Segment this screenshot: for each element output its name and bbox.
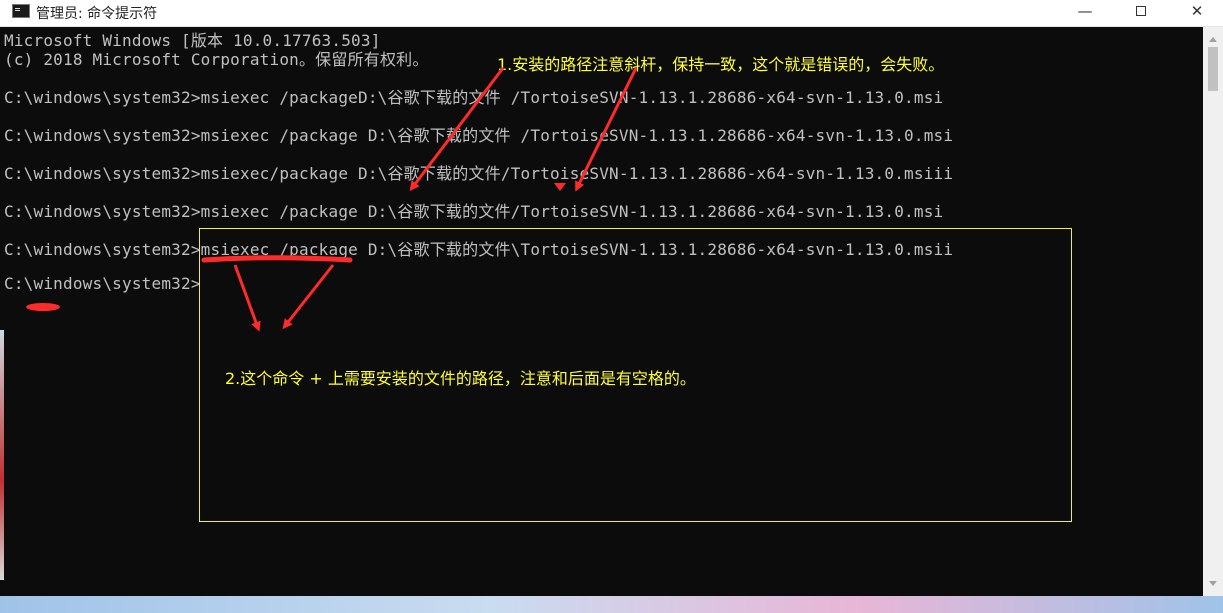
console-line: C:\windows\system32>msiexec /package D:\… bbox=[4, 202, 944, 221]
window-title: 管理员: 命令提示符 bbox=[36, 6, 158, 22]
cmd-icon bbox=[12, 4, 30, 18]
console-line: (c) 2018 Microsoft Corporation。保留所有权利。 bbox=[4, 50, 429, 69]
console-line: C:\windows\system32>msiexec /package D:\… bbox=[4, 126, 954, 145]
minimize-button[interactable]: — bbox=[1062, 0, 1108, 22]
console-line: C:\windows\system32>msiexec /packageD:\谷… bbox=[4, 88, 944, 107]
title-bar: 管理员: 命令提示符 — ✕ bbox=[0, 0, 1223, 27]
scroll-thumb[interactable] bbox=[1208, 47, 1218, 91]
background-window-edge bbox=[0, 330, 4, 580]
close-icon: ✕ bbox=[1190, 2, 1204, 20]
annotation-note-2: 2.这个命令 + 上需要安装的文件的路径，注意和后面是有空格的。 bbox=[225, 369, 696, 388]
annotation-note-1: 1.安装的路径注意斜杆，保持一致，这个就是错误的，会失败。 bbox=[497, 55, 945, 74]
scroll-up-icon[interactable] bbox=[1209, 37, 1217, 42]
maximize-button[interactable] bbox=[1118, 0, 1164, 22]
console-prompt: C:\windows\system32> bbox=[4, 274, 201, 293]
minimize-icon: — bbox=[1077, 2, 1093, 20]
desktop-background bbox=[0, 596, 1223, 613]
scroll-down-icon[interactable] bbox=[1209, 581, 1217, 586]
vertical-scrollbar[interactable] bbox=[1203, 27, 1223, 596]
maximize-icon bbox=[1136, 6, 1146, 16]
close-button[interactable]: ✕ bbox=[1174, 0, 1220, 22]
console-line: C:\windows\system32>msiexec/package D:\谷… bbox=[4, 164, 954, 183]
